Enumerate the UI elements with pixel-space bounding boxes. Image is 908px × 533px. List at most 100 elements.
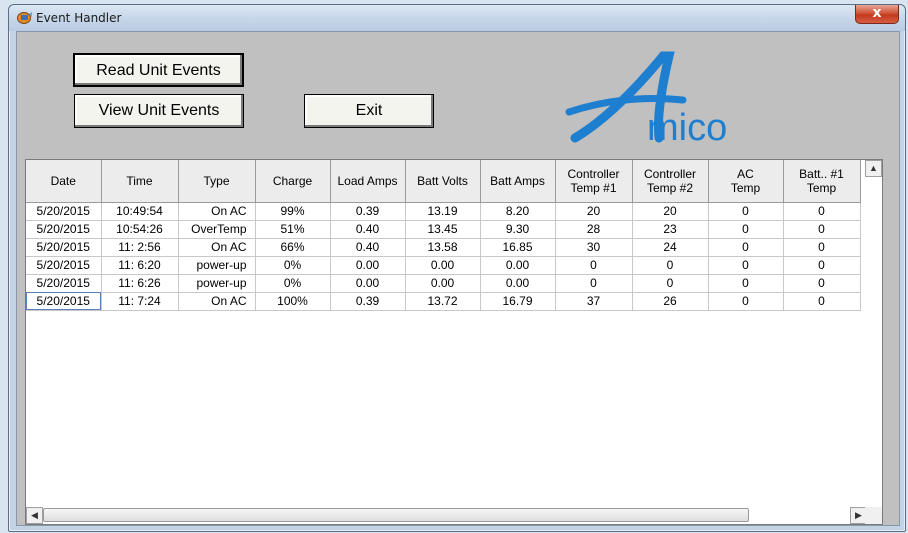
scrollbar-corner	[865, 507, 882, 524]
events-table-container: Date Time Type Charge Load Amps Batt Volts Bat…	[25, 159, 883, 525]
event-handler-window: Event Handler x Read Unit Events View Un…	[8, 4, 906, 532]
table-cell[interactable]: 5/20/2015	[26, 202, 102, 221]
table-cell[interactable]: 0.39	[330, 202, 406, 221]
table-cell[interactable]: 37	[555, 292, 633, 311]
table-cell[interactable]: 0	[708, 238, 784, 257]
table-cell[interactable]: 9.30	[480, 220, 556, 239]
vertical-scrollbar[interactable]: ▲	[865, 160, 882, 508]
table-cell[interactable]: 20	[632, 202, 709, 221]
table-cell[interactable]: 23	[632, 220, 709, 239]
table-cell[interactable]: 0	[708, 256, 784, 275]
column-header[interactable]: AC Temp	[708, 160, 784, 203]
table-cell[interactable]: 0.40	[330, 220, 406, 239]
table-row[interactable]: 5/20/2015 10:49:54 On AC 99% 0.39 13.19 8.20 20…	[26, 202, 861, 221]
exit-button[interactable]: Exit	[304, 94, 434, 128]
events-table: Date Time Type Charge Load Amps Batt Volts Bat…	[26, 160, 861, 311]
table-cell[interactable]: 100%	[255, 292, 331, 311]
horizontal-scrollbar[interactable]: ◀ ▶	[26, 507, 867, 524]
table-cell[interactable]: 0%	[255, 274, 331, 293]
table-cell[interactable]: power-up	[178, 274, 256, 293]
column-header[interactable]: Date	[26, 160, 102, 203]
table-cell[interactable]: 66%	[255, 238, 331, 257]
view-unit-events-button[interactable]: View Unit Events	[74, 94, 244, 128]
table-cell[interactable]: 11: 6:20	[101, 256, 179, 275]
table-cell[interactable]: 0	[708, 274, 784, 293]
table-cell[interactable]: 0.00	[405, 274, 481, 293]
table-cell[interactable]: On AC	[178, 202, 256, 221]
table-cell[interactable]: 10:54:26	[101, 220, 179, 239]
table-cell[interactable]: 0	[555, 256, 633, 275]
table-cell[interactable]: 30	[555, 238, 633, 257]
table-cell[interactable]: 13.45	[405, 220, 481, 239]
table-cell[interactable]: 0	[783, 292, 861, 311]
table-cell[interactable]: 5/20/2015	[26, 256, 102, 275]
column-header[interactable]: Batt Volts	[405, 160, 481, 203]
table-cell[interactable]: 0	[708, 202, 784, 221]
close-button[interactable]: x	[855, 5, 899, 24]
table-cell[interactable]: On AC	[178, 292, 256, 311]
table-cell[interactable]: 0.00	[405, 256, 481, 275]
table-cell[interactable]: 0.00	[330, 256, 406, 275]
column-header[interactable]: Charge	[255, 160, 331, 203]
table-cell[interactable]: 51%	[255, 220, 331, 239]
window-title: Event Handler	[36, 11, 122, 25]
table-cell[interactable]: 24	[632, 238, 709, 257]
table-row[interactable]: 5/20/2015 11: 7:24 On AC 100% 0.39 13.72 16.79…	[26, 292, 861, 311]
table-cell[interactable]: 5/20/2015	[26, 220, 102, 239]
table-cell[interactable]: 16.85	[480, 238, 556, 257]
horizontal-scroll-thumb[interactable]	[43, 508, 749, 522]
table-cell[interactable]: 10:49:54	[101, 202, 179, 221]
table-cell[interactable]: 0	[783, 238, 861, 257]
table-cell[interactable]: 0	[783, 202, 861, 221]
table-cell[interactable]: 13.19	[405, 202, 481, 221]
table-cell[interactable]: 0.00	[480, 256, 556, 275]
table-cell[interactable]: On AC	[178, 238, 256, 257]
title-bar[interactable]: Event Handler x	[9, 5, 905, 31]
column-header[interactable]: Controller Temp #1	[555, 160, 633, 203]
table-cell[interactable]: 0%	[255, 256, 331, 275]
table-cell[interactable]: 0	[783, 274, 861, 293]
table-cell[interactable]: 5/20/2015	[26, 292, 102, 311]
table-cell[interactable]: 5/20/2015	[26, 238, 102, 257]
client-area: Read Unit Events View Unit Events Exit m…	[16, 31, 900, 526]
table-cell[interactable]: 16.79	[480, 292, 556, 311]
table-cell[interactable]: 0	[783, 256, 861, 275]
table-cell[interactable]: 0	[708, 220, 784, 239]
column-header[interactable]: Type	[178, 160, 256, 203]
table-cell[interactable]: 0	[708, 292, 784, 311]
table-row[interactable]: 5/20/2015 10:54:26 OverTemp 51% 0.40 13.45 9.3…	[26, 220, 861, 239]
table-row[interactable]: 5/20/2015 11: 2:56 On AC 66% 0.40 13.58 16.85 3…	[26, 238, 861, 257]
scroll-up-icon[interactable]: ▲	[865, 160, 882, 177]
table-cell[interactable]: OverTemp	[178, 220, 256, 239]
app-icon	[17, 12, 32, 24]
table-cell[interactable]: 0	[632, 256, 709, 275]
table-cell[interactable]: 13.58	[405, 238, 481, 257]
table-cell[interactable]: 0.40	[330, 238, 406, 257]
table-cell[interactable]: 5/20/2015	[26, 274, 102, 293]
table-cell[interactable]: 8.20	[480, 202, 556, 221]
table-cell[interactable]: 26	[632, 292, 709, 311]
table-cell[interactable]: 0	[632, 274, 709, 293]
table-cell[interactable]: 13.72	[405, 292, 481, 311]
table-cell[interactable]: 11: 7:24	[101, 292, 179, 311]
column-header[interactable]: Batt Amps	[480, 160, 556, 203]
table-cell[interactable]: 11: 6:26	[101, 274, 179, 293]
table-cell[interactable]: 11: 2:56	[101, 238, 179, 257]
table-cell[interactable]: 0.00	[330, 274, 406, 293]
column-header[interactable]: Load Amps	[330, 160, 406, 203]
column-header[interactable]: Batt.. #1 Temp	[783, 160, 861, 203]
table-row[interactable]: 5/20/2015 11: 6:26 power-up 0% 0.00 0.00 0.00 0…	[26, 274, 861, 293]
scroll-left-icon[interactable]: ◀	[26, 507, 43, 524]
table-cell[interactable]: 20	[555, 202, 633, 221]
read-unit-events-button[interactable]: Read Unit Events	[73, 53, 244, 87]
table-cell[interactable]: power-up	[178, 256, 256, 275]
table-cell[interactable]: 28	[555, 220, 633, 239]
column-header[interactable]: Time	[101, 160, 179, 203]
column-header[interactable]: Controller Temp #2	[632, 160, 709, 203]
table-cell[interactable]: 0	[555, 274, 633, 293]
table-cell[interactable]: 0.39	[330, 292, 406, 311]
table-cell[interactable]: 0.00	[480, 274, 556, 293]
table-row[interactable]: 5/20/2015 11: 6:20 power-up 0% 0.00 0.00 0.00 0…	[26, 256, 861, 275]
table-cell[interactable]: 0	[783, 220, 861, 239]
table-cell[interactable]: 99%	[255, 202, 331, 221]
